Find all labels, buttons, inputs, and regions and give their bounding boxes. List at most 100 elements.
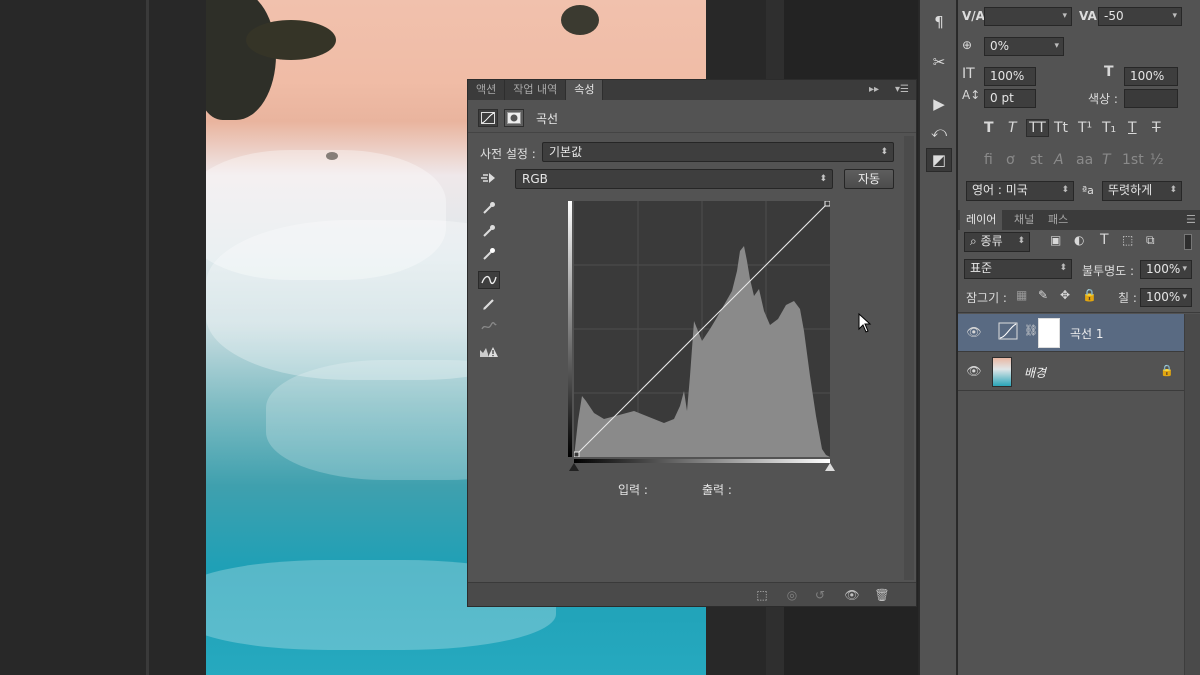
blend-mode-select[interactable]: 표준 ⬍: [964, 259, 1072, 279]
history-icon[interactable]: ⤺: [926, 120, 952, 144]
sample-midtone-eyedropper-icon[interactable]: [478, 222, 500, 240]
shape-layer-filter-icon[interactable]: ⬚: [1122, 233, 1133, 247]
old-style-icon[interactable]: ơ: [1006, 152, 1015, 168]
titling-alternates-icon[interactable]: T: [1102, 152, 1111, 168]
faux-bold-icon[interactable]: T: [984, 120, 994, 136]
smooth-icon[interactable]: [478, 318, 500, 336]
input-label: 입력 :: [618, 483, 648, 497]
layer-row-background[interactable]: 👁 배경 🔒: [958, 353, 1184, 391]
layers-scrollbar[interactable]: [1184, 314, 1200, 675]
language-select[interactable]: 영어 : 미국 ⬍: [966, 181, 1074, 201]
tab-history[interactable]: 작업 내역: [505, 80, 567, 100]
tab-actions[interactable]: 액션: [468, 80, 506, 100]
panel-menu-icon[interactable]: ▾☰: [888, 80, 916, 100]
mask-icon[interactable]: [504, 109, 524, 127]
double-chevron-right-icon[interactable]: ▸▸: [860, 80, 888, 100]
antialias-select[interactable]: 뚜렷하게 ⬍: [1102, 181, 1182, 201]
visibility-eye-icon[interactable]: 👁: [842, 586, 862, 604]
lock-brush-icon[interactable]: ✎: [1038, 288, 1048, 302]
horizontal-scale-field[interactable]: 100%: [1124, 67, 1178, 86]
output-label: 출력 :: [702, 483, 732, 497]
lock-transparent-icon[interactable]: ▦: [1016, 288, 1027, 302]
panel-icon-column: ¶ ✂ ▶ ⤺ ◩: [919, 0, 957, 675]
curve-edit-icon[interactable]: [478, 271, 500, 289]
superscript-icon[interactable]: T¹: [1078, 120, 1092, 136]
strikethrough-icon[interactable]: T: [1152, 120, 1161, 136]
color-label: 색상 :: [1088, 92, 1118, 106]
channel-value: RGB: [522, 172, 548, 186]
opacity-field[interactable]: 100% ▾: [1140, 260, 1192, 279]
panel-menu-icon[interactable]: ☰: [1180, 210, 1200, 230]
layer-mask-thumbnail[interactable]: [1038, 318, 1060, 348]
preset-value: 기본값: [549, 145, 583, 159]
tab-paths[interactable]: 패스: [1042, 210, 1074, 230]
pixel-layer-filter-icon[interactable]: ▣: [1050, 233, 1061, 247]
white-point-slider[interactable]: [825, 463, 835, 471]
lock-label: 잠그기 :: [966, 291, 1007, 305]
antialias-icon: ªa: [1082, 184, 1094, 197]
smart-object-filter-icon[interactable]: ⧉: [1146, 233, 1155, 248]
kerning-select[interactable]: ▾: [984, 7, 1072, 26]
input-gradient-bar: [574, 459, 830, 463]
tracking-select[interactable]: -50 ▾: [1098, 7, 1182, 26]
fill-field[interactable]: 100% ▾: [1140, 288, 1192, 307]
tab-channels[interactable]: 채널: [1008, 210, 1040, 230]
all-caps-icon[interactable]: TT: [1026, 119, 1049, 137]
reset-icon[interactable]: ↺: [810, 586, 830, 604]
paragraph-icon[interactable]: ¶: [926, 10, 952, 34]
layer-thumbnail: [992, 357, 1012, 387]
lock-all-icon[interactable]: 🔒: [1082, 288, 1097, 302]
preset-select[interactable]: 기본값 ⬍: [542, 142, 894, 162]
opacity-label: 불투명도 :: [1082, 264, 1135, 278]
curves-graph[interactable]: [568, 201, 835, 471]
adjustment-layer-filter-icon[interactable]: ◐: [1074, 233, 1084, 247]
vertical-shift-select[interactable]: 0% ▾: [984, 37, 1064, 56]
tools-icon[interactable]: ✂: [926, 50, 952, 74]
underline-icon[interactable]: T: [1128, 120, 1137, 136]
ordinals-icon[interactable]: 1st: [1122, 152, 1144, 168]
layer-row-curves[interactable]: 👁 ⛓ 곡선 1: [958, 314, 1184, 352]
sample-highlight-eyedropper-icon[interactable]: [478, 245, 500, 263]
play-icon[interactable]: ▶: [926, 92, 952, 116]
clipping-warning-icon[interactable]: [478, 343, 500, 361]
channel-select[interactable]: RGB ⬍: [515, 169, 833, 189]
right-panels: V/A ▾ VA -50 ▾ ⊕ 0% ▾ IT 100% T 100% A↕ 0 …: [958, 0, 1200, 675]
filter-toggle[interactable]: [1184, 234, 1192, 250]
visibility-eye-icon[interactable]: 👁: [966, 325, 982, 339]
visibility-eye-icon[interactable]: 👁: [966, 364, 982, 378]
vertical-scale-field[interactable]: 100%: [984, 67, 1036, 86]
kerning-icon: V/A: [962, 9, 985, 23]
pencil-icon[interactable]: [478, 295, 500, 313]
curves-adjustment-icon: [998, 322, 1020, 344]
adjustments-icon[interactable]: ◩: [926, 148, 952, 172]
layers-list-empty-area: [958, 392, 1184, 675]
type-layer-filter-icon[interactable]: T: [1100, 232, 1109, 248]
text-color-swatch[interactable]: [1124, 89, 1178, 108]
swash-icon[interactable]: A: [1054, 152, 1064, 168]
properties-panel: 액션 작업 내역 속성 ▸▸ ▾☰ 곡선 사전 설정 : 기본값 ⬍ RGB ⬍…: [467, 79, 917, 607]
curves-adjustment-icon[interactable]: [478, 109, 498, 127]
fractions-icon[interactable]: ½: [1150, 152, 1164, 168]
clip-to-layer-icon[interactable]: ⬚: [752, 586, 772, 604]
layer-filter-select[interactable]: ⌕ 종류 ⬍: [964, 232, 1030, 252]
properties-scrollbar[interactable]: [904, 136, 914, 580]
tab-layers[interactable]: 레이어: [960, 210, 1003, 230]
layers-tab-bar: 레이어 채널 패스 ☰: [958, 210, 1200, 230]
small-caps-icon[interactable]: Tt: [1054, 120, 1068, 136]
black-point-slider[interactable]: [569, 463, 579, 471]
lock-position-icon[interactable]: ✥: [1060, 288, 1070, 302]
faux-italic-icon[interactable]: T: [1008, 120, 1017, 136]
subscript-icon[interactable]: T₁: [1102, 120, 1116, 136]
ligature-icon[interactable]: fi: [984, 152, 993, 168]
on-image-adjust-icon[interactable]: [478, 169, 500, 187]
stylistic-alternates-icon[interactable]: aa: [1076, 152, 1093, 168]
baseline-shift-field[interactable]: 0 pt: [984, 89, 1036, 108]
sample-shadow-eyedropper-icon[interactable]: [478, 199, 500, 217]
tab-properties[interactable]: 속성: [566, 80, 604, 100]
link-icon[interactable]: ⛓: [1024, 324, 1038, 337]
curves-histogram-svg: [574, 201, 830, 457]
auto-button[interactable]: 자동: [844, 169, 894, 189]
trash-icon[interactable]: 🗑: [872, 586, 892, 604]
discretionary-ligature-icon[interactable]: st: [1030, 152, 1043, 168]
view-previous-icon[interactable]: ◎: [782, 586, 802, 604]
